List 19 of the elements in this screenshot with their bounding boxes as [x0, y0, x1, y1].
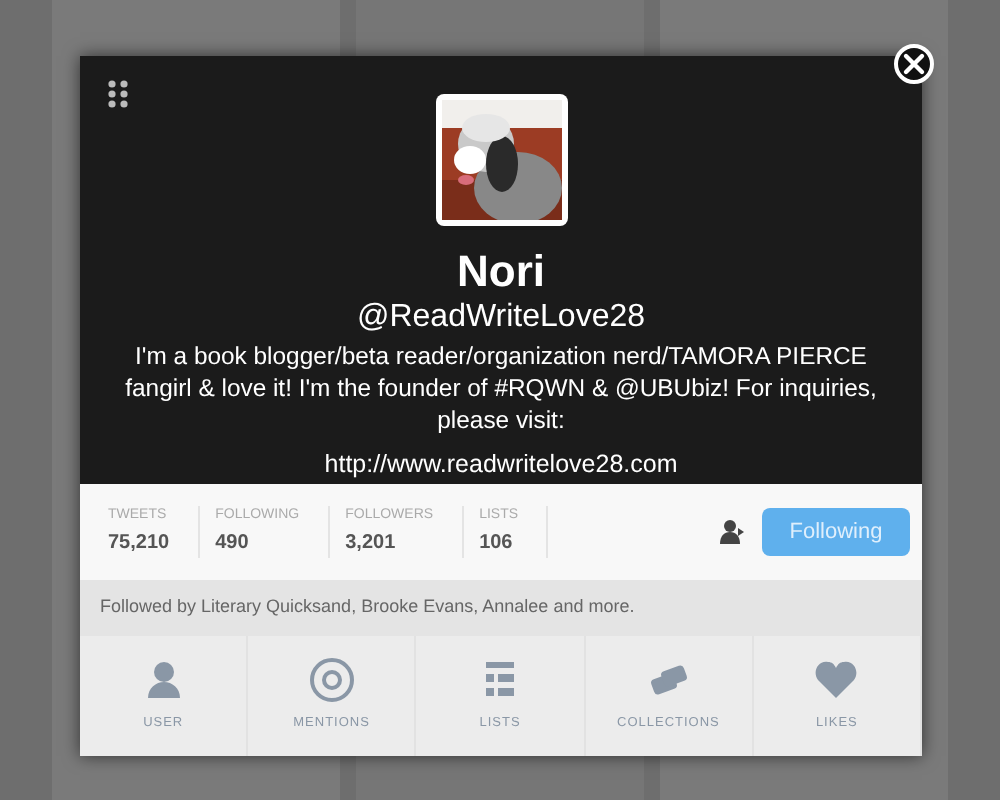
profile-link[interactable]: http://www.readwritelove28.com	[324, 446, 678, 484]
heart-icon	[814, 658, 859, 703]
followed-by-text: Followed by Literary Quicksand, Brooke Evans, Annalee and more.	[100, 594, 635, 621]
close-icon	[898, 48, 930, 80]
profile-bio: I'm a book blogger/beta reader/organization nerd/TAMORA PIERCE fangirl & love it! I'm the founder of #RQWN & @UBUbiz! For inquiries, please visit:	[123, 340, 879, 436]
follower-link[interactable]: Brooke Evans	[361, 596, 474, 617]
following-button[interactable]: Following	[762, 508, 910, 556]
grip-icon	[106, 80, 130, 108]
follower-link[interactable]: more.	[588, 596, 635, 617]
stat-value: 3,201	[345, 529, 398, 558]
stat-value: 490	[215, 529, 251, 558]
person-icon[interactable]	[718, 518, 746, 546]
follower-link[interactable]: Literary Quicksand	[201, 596, 352, 617]
profile-name: Nori	[457, 246, 545, 298]
follower-link[interactable]: Annalee	[482, 596, 549, 617]
at-sign-icon	[309, 658, 354, 703]
stat-value: 106	[479, 529, 515, 558]
profile-handle: @ReadWriteLove28	[356, 298, 646, 338]
stat-value: 75,210	[108, 529, 170, 558]
